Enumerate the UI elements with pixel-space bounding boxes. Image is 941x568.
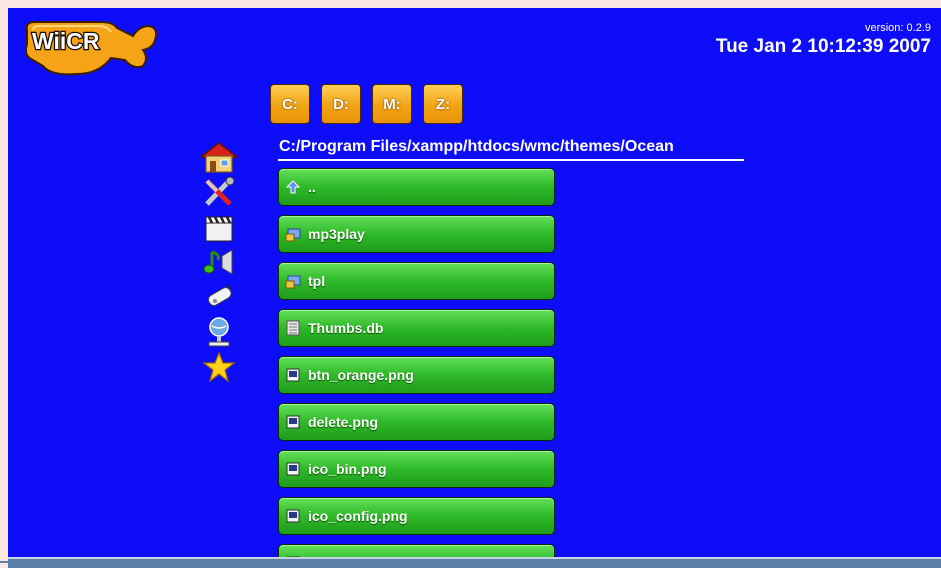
drive-button-m[interactable]: M: (372, 84, 412, 124)
file-list: .. mp3play tpl Thumbs.db btn_orange.png (278, 168, 555, 557)
star-icon[interactable] (198, 349, 240, 384)
up-arrow-icon (285, 179, 301, 195)
database-file-icon (285, 320, 301, 336)
version-label: version: 0.2.9 (864, 22, 931, 34)
file-item-folder[interactable]: tpl (278, 262, 555, 300)
file-name: .. (308, 179, 316, 195)
file-item[interactable] (278, 544, 555, 557)
file-item[interactable]: ico_config.png (278, 497, 555, 535)
drive-label: D: (333, 95, 349, 113)
image-file-icon (285, 461, 301, 477)
drive-label: M: (383, 95, 401, 113)
clapperboard-icon[interactable] (198, 209, 240, 244)
current-path: C:/Program Files/xampp/htdocs/wmc/themes… (279, 138, 674, 155)
file-name: tpl (308, 273, 326, 289)
file-item-folder[interactable]: mp3play (278, 215, 555, 253)
tools-icon[interactable] (198, 174, 240, 209)
image-file-icon (285, 414, 301, 430)
app-screen: WiiCR version: 0.2.9 Tue Jan 2 10:12:39 … (8, 8, 941, 557)
file-name: ico_config.png (308, 508, 408, 524)
home-icon[interactable] (198, 139, 240, 174)
network-icon[interactable] (198, 314, 240, 349)
logo-text: WiiCR (32, 28, 100, 54)
file-name: btn_orange.png (308, 367, 414, 383)
folder-icon (285, 226, 301, 242)
file-item[interactable]: delete.png (278, 403, 555, 441)
image-file-icon (285, 367, 301, 383)
file-name: Thumbs.db (308, 320, 384, 336)
drive-button-z[interactable]: Z: (423, 84, 463, 124)
drive-button-d[interactable]: D: (321, 84, 361, 124)
gamepad-icon[interactable] (198, 279, 240, 314)
file-item[interactable]: Thumbs.db (278, 309, 555, 347)
bottom-bar (8, 557, 941, 568)
path-divider (278, 159, 744, 161)
folder-icon (285, 273, 301, 289)
sidebar (198, 139, 240, 384)
file-item[interactable]: ico_bin.png (278, 450, 555, 488)
wiicr-logo[interactable]: WiiCR (21, 18, 161, 76)
file-name: ico_bin.png (308, 461, 387, 477)
music-icon[interactable] (198, 244, 240, 279)
drive-label: C: (282, 95, 298, 113)
file-name: delete.png (308, 414, 379, 430)
image-file-icon (285, 508, 301, 524)
file-item-parent[interactable]: .. (278, 168, 555, 206)
datetime-label: Tue Jan 2 10:12:39 2007 (715, 36, 931, 57)
drive-label: Z: (435, 95, 451, 113)
file-item[interactable]: btn_orange.png (278, 356, 555, 394)
drive-selector: C: D: M: Z: (270, 84, 463, 124)
file-name: mp3play (308, 226, 365, 242)
drive-button-c[interactable]: C: (270, 84, 310, 124)
